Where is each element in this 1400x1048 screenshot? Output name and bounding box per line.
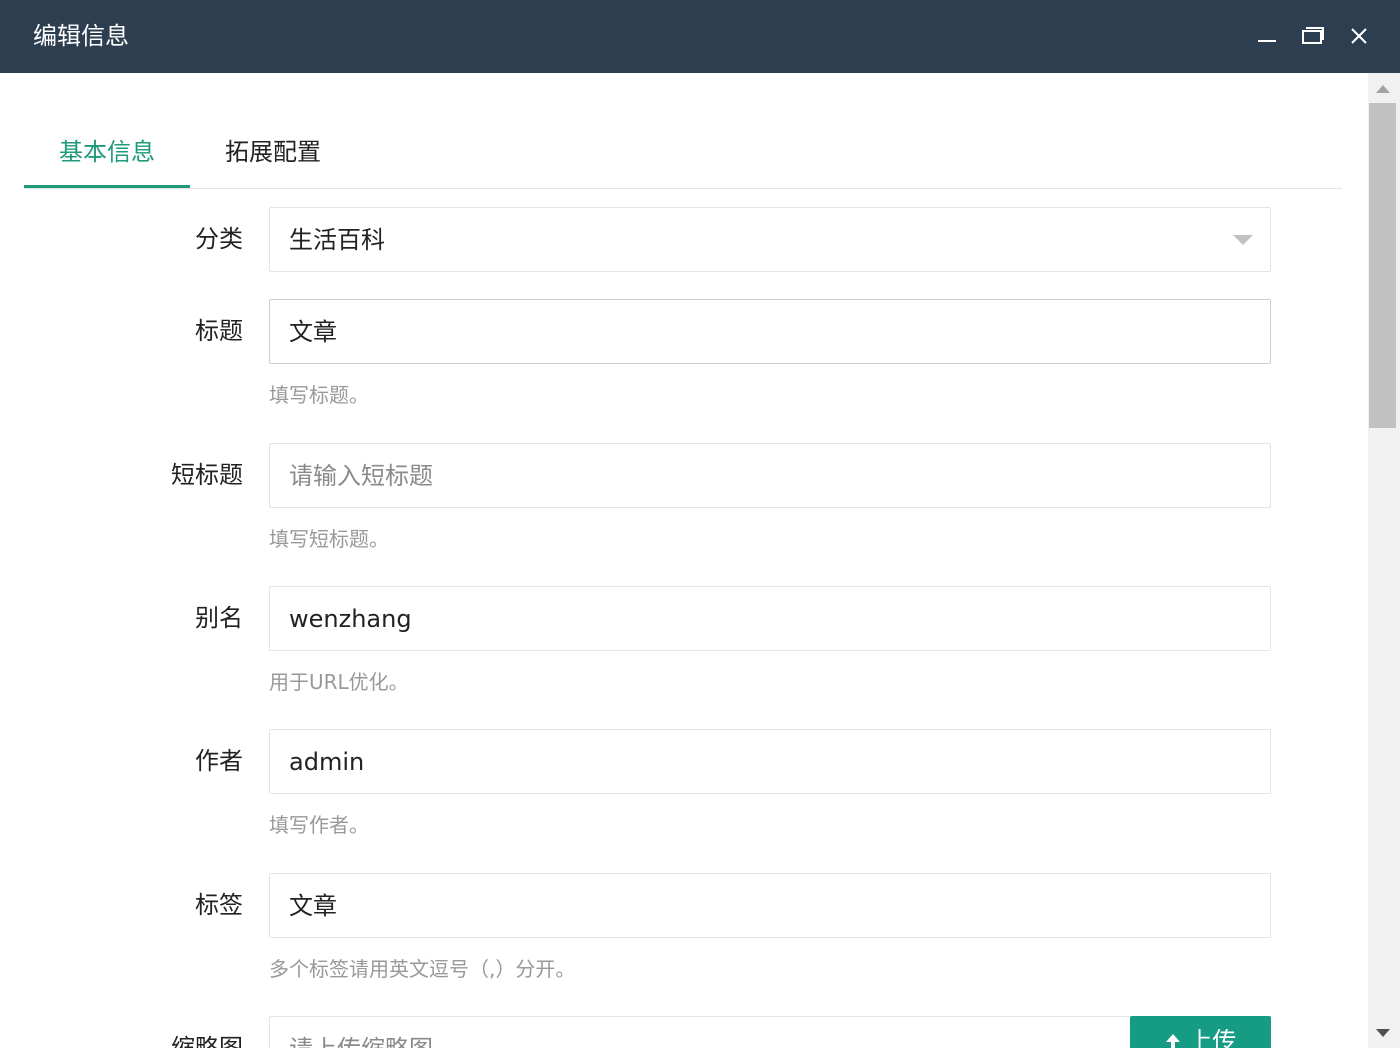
- tab-basic-info[interactable]: 基本信息: [24, 121, 190, 188]
- short-title-hint: 填写短标题。: [269, 527, 389, 551]
- vertical-scrollbar[interactable]: [1368, 73, 1400, 1048]
- chevron-down-icon: [1233, 235, 1253, 245]
- author-hint: 填写作者。: [269, 813, 369, 837]
- author-field[interactable]: admin: [269, 729, 1271, 794]
- short-title-input[interactable]: [270, 444, 1229, 507]
- alias-value: wenzhang: [289, 605, 412, 633]
- scrollbar-thumb[interactable]: [1369, 103, 1396, 428]
- tab-extended-config[interactable]: 拓展配置: [214, 121, 332, 188]
- tags-label: 标签: [195, 891, 243, 919]
- thumbnail-input[interactable]: [270, 1017, 1109, 1048]
- alias-label: 别名: [195, 604, 243, 632]
- minimize-icon[interactable]: [1250, 20, 1284, 54]
- close-icon[interactable]: [1342, 20, 1376, 54]
- title-value: 文章: [289, 318, 337, 346]
- category-select[interactable]: 生活百科: [269, 207, 1271, 272]
- short-title-field[interactable]: [269, 443, 1271, 508]
- tags-field[interactable]: 文章: [269, 873, 1271, 938]
- author-label: 作者: [195, 747, 243, 775]
- scroll-up-icon[interactable]: [1376, 85, 1390, 93]
- upload-label: 上传: [1188, 1027, 1237, 1048]
- tab-bar: 基本信息 拓展配置: [24, 121, 1342, 189]
- author-value: admin: [289, 748, 365, 776]
- tags-value: 文章: [289, 892, 337, 920]
- thumbnail-field[interactable]: [269, 1016, 1131, 1048]
- scroll-down-icon[interactable]: [1376, 1029, 1390, 1037]
- arrow-up-icon: [1165, 1027, 1189, 1048]
- alias-field[interactable]: wenzhang: [269, 586, 1271, 651]
- window-title: 编辑信息: [33, 22, 129, 50]
- short-title-label: 短标题: [171, 461, 243, 489]
- category-value: 生活百科: [289, 226, 385, 254]
- title-label: 标题: [195, 317, 243, 345]
- alias-hint: 用于URL优化。: [269, 670, 409, 694]
- thumbnail-label: 缩略图: [171, 1034, 243, 1048]
- category-label: 分类: [195, 225, 243, 253]
- title-hint: 填写标题。: [269, 383, 369, 407]
- form-content: 基本信息 拓展配置 分类 生活百科 标题 文章 填写标题。 短标题 填写短标题。…: [0, 73, 1368, 1048]
- upload-button[interactable]: 上传: [1130, 1016, 1271, 1048]
- maximize-icon[interactable]: [1296, 20, 1330, 54]
- tags-hint: 多个标签请用英文逗号（,）分开。: [269, 957, 576, 981]
- title-field[interactable]: 文章: [269, 299, 1271, 364]
- window-titlebar: 编辑信息: [0, 0, 1400, 73]
